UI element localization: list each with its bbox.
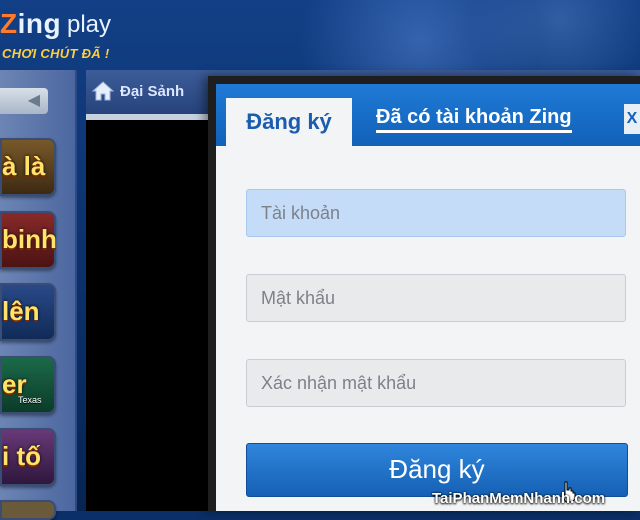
tab-register[interactable]: Đăng ký: [226, 98, 352, 146]
confirm-password-input[interactable]: [246, 359, 626, 407]
close-button[interactable]: X: [624, 104, 640, 134]
sidebar-back-button[interactable]: ◀: [0, 88, 48, 114]
dialog-tab-bar: Đăng ký Đã có tài khoản Zing X: [216, 84, 640, 146]
game-tile-5[interactable]: i tố: [0, 428, 56, 486]
zingplay-logo[interactable]: Zing play CHƠI CHÚT ĐÃ !: [0, 6, 140, 66]
password-input[interactable]: [246, 274, 626, 322]
game-tile-6[interactable]: [0, 500, 56, 520]
username-input[interactable]: [246, 189, 626, 237]
main-content-area: [86, 120, 216, 511]
game-tile-1[interactable]: à là: [0, 138, 56, 196]
tab-existing-account[interactable]: Đã có tài khoản Zing: [376, 106, 572, 133]
home-icon: [91, 81, 115, 101]
watermark-text: TaiPhanMemNhanh.com: [432, 490, 606, 507]
home-nav-item[interactable]: Đại Sảnh: [91, 78, 212, 104]
game-tile-4[interactable]: er Texas: [0, 356, 56, 414]
game-tile-2[interactable]: binh: [0, 211, 56, 269]
game-tile-3[interactable]: lên: [0, 283, 56, 341]
logo-play-text: play: [67, 11, 112, 38]
logo-slogan: CHƠI CHÚT ĐÃ !: [2, 46, 110, 61]
register-dialog: Đăng ký Đã có tài khoản Zing X Đăng ký: [208, 76, 640, 511]
home-label: Đại Sảnh: [120, 82, 185, 100]
